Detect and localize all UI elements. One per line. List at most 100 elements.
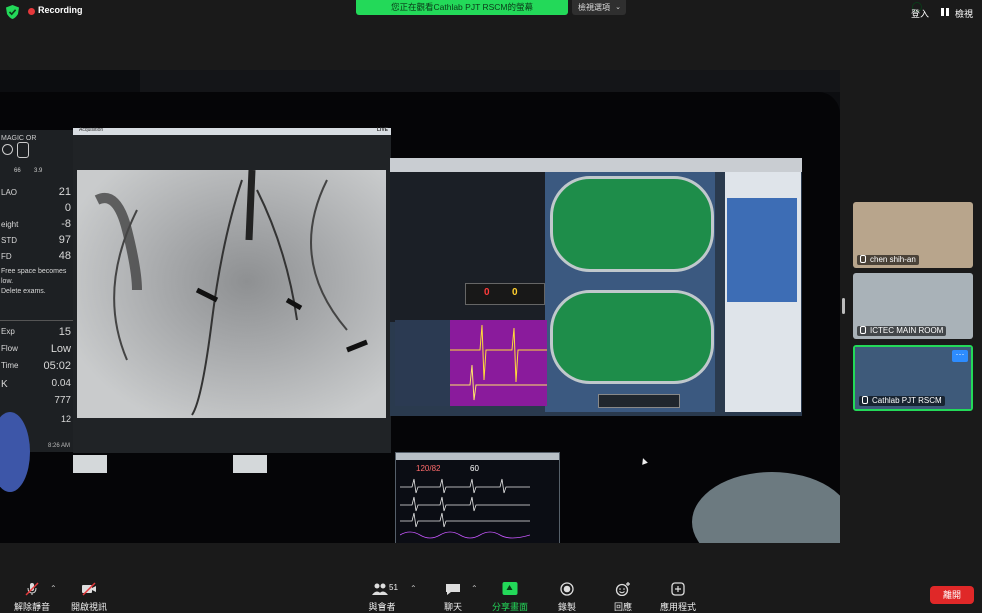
participant-tile[interactable]: ICTEC MAIN ROOM [853,273,973,339]
stat-value: -8 [61,218,71,230]
start-video-label: 開啟視訊 [70,602,107,612]
panel-resize-handle[interactable] [842,298,845,314]
thumbnail[interactable] [73,455,107,473]
stat-value: Low [50,343,71,355]
security-shield-icon[interactable] [6,5,19,19]
blood-pressure-readout: 120/82 [416,464,441,473]
meeting-toolbar: 解除靜音 ⌃ 開啟視訊 51 與會者 ⌃ 聊天 ⌃ 分享畫面 錄製 回應 應用程… [0,577,982,613]
apps-button[interactable]: 應用程式 [656,577,700,613]
catheter-array-top [550,176,714,272]
signin-link[interactable]: 登入 [911,7,929,20]
room-ceiling [140,70,840,92]
stat-label: K [1,379,8,390]
video-off-icon [82,582,96,596]
view-button[interactable]: 檢視 [955,7,973,20]
apps-label: 應用程式 [659,602,696,612]
xray-wires [94,169,368,416]
fluoroscopy-panel: Acquisition LIVE [73,127,391,453]
patient-vitals-monitor: 120/82 60 [395,452,560,543]
participant-name-label: Cathlab PJT RSCM [859,396,945,406]
view-options-dropdown[interactable]: 檢視選項 ⌄ [572,0,626,15]
stat-value: 48 [58,250,71,262]
stat-value: 777 [54,395,71,406]
stat-value: 05:02 [43,360,71,372]
record-label: 錄製 [557,602,576,612]
apps-icon [671,582,685,596]
fluoroscopy-header: Acquisition LIVE [73,127,391,135]
share-screen-icon [502,582,518,595]
reactions-label: 回應 [613,602,632,612]
thumbnail[interactable] [233,455,267,473]
muted-mic-icon [860,326,866,334]
stat-label: Time [1,361,19,370]
unmute-label: 解除靜音 [13,602,50,612]
tube-icon [17,142,29,158]
participant-name: Cathlab PJT RSCM [872,396,942,405]
meeting-top-bar: Recording 您正在觀看Cathlab PJT RSCM的螢幕 檢視選項 … [0,0,982,24]
record-icon [560,582,574,596]
mapping-toolbar [390,158,802,172]
ecg-trace [450,324,547,401]
chat-label: 聊天 [443,602,462,612]
chat-icon [446,584,460,595]
record-button[interactable]: 錄製 [552,577,582,613]
participant-tile[interactable]: chen shih-an [853,202,973,268]
live-label: LIVE [376,127,388,133]
chevron-down-icon: ⌄ [615,4,621,11]
chevron-up-icon[interactable]: ⌃ [50,584,57,593]
leave-button[interactable]: 離開 [930,586,974,604]
recording-dot-icon [28,8,35,15]
shared-screen: MAGIC OR 66 3.9 LAO 21 0 eight -8 STD 97… [0,70,840,543]
catheter-array-bottom [550,290,714,384]
stat-value: 21 [58,186,71,198]
stat-label: Exp [1,327,15,336]
chevron-up-icon[interactable]: ⌃ [471,584,478,593]
stat-label: STD [1,236,17,245]
view-options-label: 檢視選項 [578,3,610,12]
muted-mic-icon [860,255,866,263]
mapping-side-list [727,198,797,302]
stat-label: FD [1,252,12,261]
participants-icon [372,583,388,595]
vitals-header [396,453,559,460]
participants-count: 51 [389,583,398,592]
gallery-view-icon[interactable] [941,8,949,16]
stats-top-b: 3.9 [34,168,43,174]
chat-button[interactable]: 聊天 [438,577,468,613]
thumbnail-strip [73,455,393,473]
start-video-button[interactable]: 開啟視訊 [68,577,110,613]
stats-top-a: 66 [14,168,21,174]
participants-label: 與會者 [368,602,396,612]
stat-note: Delete exams. [1,288,46,295]
screen-share-banner-text: 您正在觀看Cathlab PJT RSCM的螢幕 [390,2,533,12]
reactions-icon [615,582,630,596]
participant-name-label: ICTEC MAIN ROOM [857,326,947,336]
stat-value: 15 [58,326,71,338]
recording-label[interactable]: Recording [38,5,83,15]
participants-button[interactable]: 51 與會者 [362,577,402,613]
muted-mic-icon [862,396,868,404]
screen-share-banner: 您正在觀看Cathlab PJT RSCM的螢幕 [356,0,922,15]
reactions-button[interactable]: 回應 [608,577,638,613]
divider [0,320,74,321]
ecg-settings-panel [395,320,450,406]
stat-value: 0 [64,202,71,214]
muted-mic-icon [25,582,39,596]
chevron-up-icon[interactable]: ⌃ [410,584,417,593]
share-screen-label: 分享畫面 [491,602,528,612]
more-options-button[interactable]: ··· [952,350,968,362]
mapping-bottom-bar [598,394,680,408]
clock-readout: 8:26 AM [48,443,71,449]
unmute-button[interactable]: 解除靜音 [8,577,56,613]
angio-stats-panel: MAGIC OR 66 3.9 LAO 21 0 eight -8 STD 97… [0,130,74,452]
fluoro-icon [2,144,13,155]
share-screen-button[interactable]: 分享畫面 [488,577,532,613]
counter-value: 0 [512,287,518,298]
stat-label: LAO [1,188,18,197]
participant-name-label: chen shih-an [857,255,919,265]
stat-value: 12 [60,414,71,424]
counter-value: 0 [484,287,490,298]
stats-header: MAGIC OR [1,135,37,142]
participant-tile-active-speaker[interactable]: ··· Cathlab PJT RSCM [853,345,973,411]
ecg-trace-panel [450,320,547,406]
